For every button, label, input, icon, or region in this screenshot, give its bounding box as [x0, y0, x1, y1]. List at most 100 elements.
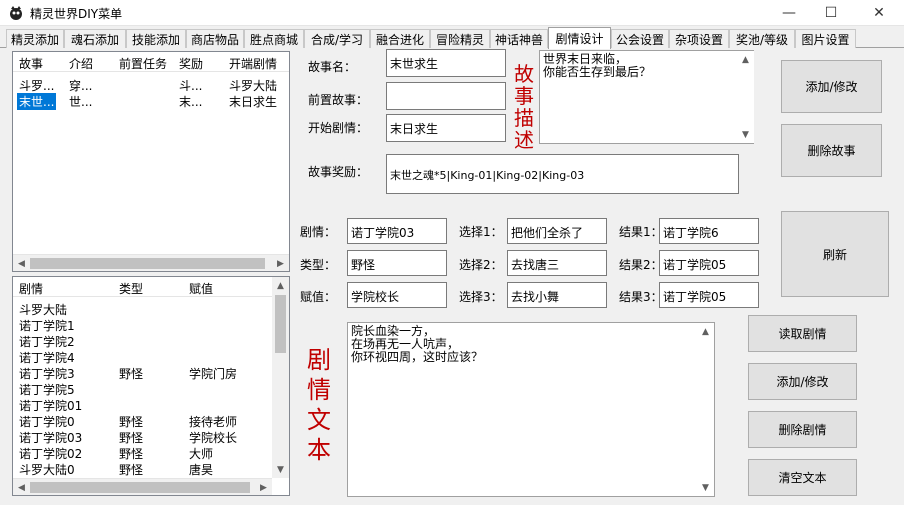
prereq-story-input[interactable] [386, 82, 506, 110]
plot-list[interactable]: 剧情 类型 赋值 斗罗大陆 诺丁学院1 诺丁学院2 诺丁学院4 诺丁学院3 野怪学… [12, 276, 290, 496]
cell: 末日求生 [229, 95, 278, 109]
tab-bar: 精灵添加 魂石添加 技能添加 商店物品 胜点商城 合成/学习 融合进化 冒险精灵… [0, 27, 904, 49]
scroll-right-icon[interactable]: ▶ [272, 255, 289, 271]
plot-list-header: 剧情 类型 赋值 [13, 277, 289, 297]
tab-misc-settings[interactable]: 杂项设置 [669, 29, 729, 48]
type-label: 类型： [300, 258, 337, 272]
assign-input[interactable]: 学院校长 [347, 282, 447, 308]
list-item[interactable]: 诺丁学院01 [13, 396, 289, 413]
tab-fusion-evolve[interactable]: 融合进化 [370, 29, 430, 48]
plot-text-textarea[interactable]: 院长血染一方， 在场再无一人吭声， 你环视四周，这时应该？ [347, 322, 715, 497]
maximize-button[interactable]: ☐ [808, 0, 854, 26]
plot-input[interactable]: 诺丁学院03 [347, 218, 447, 244]
plot-text-vscrollbar[interactable]: ▲ ▼ [697, 323, 714, 496]
story-desc-vscrollbar[interactable]: ▲ ▼ [737, 51, 754, 143]
col-start-plot[interactable]: 开端剧情 [229, 55, 277, 72]
tab-skill-add[interactable]: 技能添加 [126, 29, 186, 48]
list-item[interactable]: 斗罗大陆0 野怪 唐昊 [13, 460, 289, 477]
minimize-button[interactable]: — [766, 0, 812, 26]
list-item[interactable]: 诺丁学院5 [13, 380, 289, 397]
result1-input[interactable]: 诺丁学院6 [659, 218, 759, 244]
clear-text-button[interactable]: 清空文本 [748, 459, 857, 496]
result2-input[interactable]: 诺丁学院05 [659, 250, 759, 276]
type-input[interactable]: 野怪 [347, 250, 447, 276]
tab-craft-learn[interactable]: 合成/学习 [304, 29, 370, 48]
story-desc-caption: 故事描述 [514, 62, 534, 152]
scroll-up-icon[interactable]: ▲ [697, 323, 714, 340]
story-name-label: 故事名： [308, 60, 357, 74]
tab-soulstone-add[interactable]: 魂石添加 [64, 29, 126, 48]
refresh-button[interactable]: 刷新 [781, 211, 889, 297]
list-item[interactable]: 斗罗大陆 [13, 300, 289, 317]
read-plot-button[interactable]: 读取剧情 [748, 315, 857, 352]
scroll-thumb[interactable] [30, 258, 265, 269]
scroll-down-icon[interactable]: ▼ [272, 461, 289, 478]
list-item[interactable]: 诺丁学院3 野怪 学院门房 [13, 364, 289, 381]
tab-shop-items[interactable]: 商店物品 [186, 29, 244, 48]
list-item[interactable]: 诺丁学院4 [13, 348, 289, 365]
list-item[interactable]: 诺丁学院1 [13, 316, 289, 333]
story-list-header: 故事 介绍 前置任务 奖励 开端剧情 [13, 52, 289, 72]
scroll-thumb[interactable] [275, 295, 286, 353]
scroll-up-icon[interactable]: ▲ [272, 277, 289, 294]
list-item[interactable]: 诺丁学院0 野怪 接待老师 [13, 412, 289, 429]
scroll-thumb[interactable] [30, 482, 250, 493]
title-bar: 精灵世界DIY菜单 — ☐ ✕ [0, 0, 904, 26]
scroll-down-icon[interactable]: ▼ [697, 479, 714, 496]
start-plot-input[interactable]: 末日求生 [386, 114, 506, 142]
col-prereq-task[interactable]: 前置任务 [119, 55, 167, 72]
tab-guild-settings[interactable]: 公会设置 [611, 29, 669, 48]
cell: 唐昊 [189, 463, 214, 477]
tab-adventure-sprite[interactable]: 冒险精灵 [430, 29, 490, 48]
plot-list-hscrollbar[interactable]: ◀ ▶ [13, 478, 272, 495]
list-item[interactable]: 诺丁学院02 野怪 大师 [13, 444, 289, 461]
start-plot-label: 开始剧情： [308, 121, 369, 135]
story-reward-input[interactable]: 末世之魂*5|King-01|King-02|King-03 [386, 154, 739, 194]
delete-plot-button[interactable]: 删除剧情 [748, 411, 857, 448]
tab-myth-beast[interactable]: 神话神兽 [490, 29, 548, 48]
cell: 世... [69, 95, 93, 109]
choice1-input[interactable]: 把他们全杀了 [507, 218, 607, 244]
choice2-input[interactable]: 去找唐三 [507, 250, 607, 276]
story-list[interactable]: 故事 介绍 前置任务 奖励 开端剧情 斗罗... 穿... 斗... 斗罗大陆 … [12, 51, 290, 272]
story-desc-textarea[interactable]: 世界末日来临， 你能否生存到最后？ [539, 50, 754, 144]
tab-sprite-add[interactable]: 精灵添加 [6, 29, 64, 48]
result1-label: 结果1： [619, 225, 663, 239]
table-row[interactable]: 末世... 世... 末... 末日求生 [13, 92, 289, 111]
result3-input[interactable]: 诺丁学院05 [659, 282, 759, 308]
add-modify-story-button[interactable]: 添加/修改 [781, 60, 882, 113]
plot-label: 剧情： [300, 225, 337, 239]
choice3-input[interactable]: 去找小舞 [507, 282, 607, 308]
delete-story-button[interactable]: 删除故事 [781, 124, 882, 177]
window-title: 精灵世界DIY菜单 [30, 7, 123, 21]
add-modify-plot-button[interactable]: 添加/修改 [748, 363, 857, 400]
tab-image-settings[interactable]: 图片设置 [795, 29, 856, 48]
scroll-down-icon[interactable]: ▼ [737, 126, 754, 143]
col-reward[interactable]: 奖励 [179, 55, 203, 72]
story-reward-label: 故事奖励： [308, 165, 369, 179]
story-list-hscrollbar[interactable]: ◀ ▶ [13, 254, 289, 271]
cell: 末世... [15, 92, 58, 111]
plot-list-vscrollbar[interactable]: ▲ ▼ [272, 277, 289, 478]
story-name-input[interactable]: 末世求生 [386, 49, 506, 77]
col-assign[interactable]: 赋值 [189, 280, 213, 297]
choice3-label: 选择3： [459, 290, 503, 304]
col-story[interactable]: 故事 [19, 55, 43, 72]
scroll-left-icon[interactable]: ◀ [13, 479, 30, 495]
scroll-up-icon[interactable]: ▲ [737, 51, 754, 68]
tab-pool-level[interactable]: 奖池/等级 [729, 29, 795, 48]
scroll-left-icon[interactable]: ◀ [13, 255, 30, 271]
col-type[interactable]: 类型 [119, 280, 143, 297]
app-icon [10, 6, 22, 20]
close-button[interactable]: ✕ [856, 0, 902, 26]
list-item[interactable]: 诺丁学院03 野怪 学院校长 [13, 428, 289, 445]
tab-points-mall[interactable]: 胜点商城 [244, 29, 304, 48]
col-plot[interactable]: 剧情 [19, 280, 43, 297]
assign-label: 赋值： [300, 290, 337, 304]
list-item[interactable]: 诺丁学院2 [13, 332, 289, 349]
table-row[interactable]: 斗罗... 穿... 斗... 斗罗大陆 [13, 76, 289, 93]
scroll-right-icon[interactable]: ▶ [255, 479, 272, 495]
cell: 野怪 [119, 463, 144, 477]
tab-plot-design[interactable]: 剧情设计 [548, 27, 611, 49]
col-intro[interactable]: 介绍 [69, 55, 93, 72]
